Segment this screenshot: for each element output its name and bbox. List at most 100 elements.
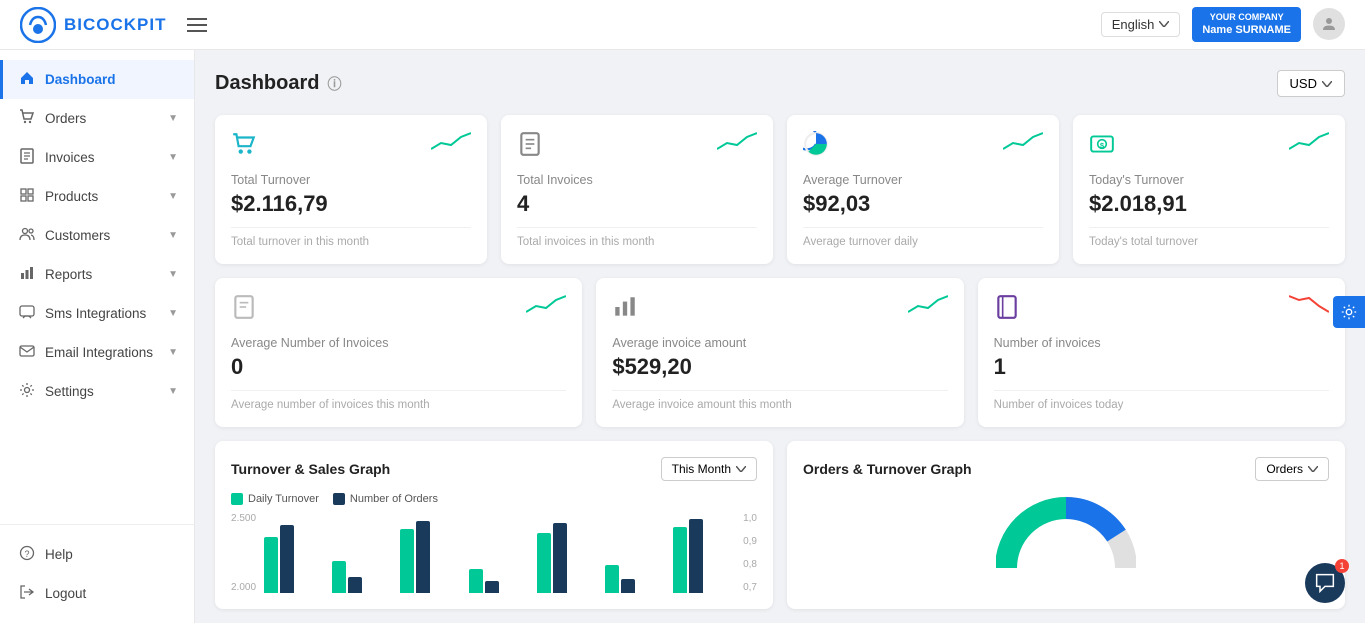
card-desc-avg-num: Average number of invoices this month	[231, 399, 566, 411]
card-label-total-invoices: Total Invoices	[517, 173, 757, 187]
card-desc-avg-turnover: Average turnover daily	[803, 236, 1043, 248]
orders-graph-card: Orders & Turnover Graph Orders	[787, 441, 1345, 609]
sidebar-label-settings: Settings	[45, 384, 94, 399]
sidebar-item-settings[interactable]: Settings ▼	[0, 372, 194, 411]
cart-icon	[19, 109, 35, 128]
donut-chart-container	[803, 493, 1329, 573]
sidebar-item-customers[interactable]: Customers ▼	[0, 216, 194, 255]
chevron-settings: ▼	[168, 386, 178, 397]
bar-navy	[485, 581, 499, 593]
chevron-reports: ▼	[168, 269, 178, 280]
bar-group	[400, 521, 462, 593]
legend-label-orders: Number of Orders	[350, 493, 438, 505]
chevron-down-icon	[736, 466, 746, 472]
card-label-total-turnover: Total Turnover	[231, 173, 471, 187]
hamburger-button[interactable]	[187, 18, 207, 32]
card-value-total-invoices: 4	[517, 191, 757, 217]
bar-chart	[264, 513, 735, 593]
logo-text: BICOCKPIT	[64, 15, 167, 35]
legend-orders: Number of Orders	[333, 493, 438, 505]
turnover-filter-btn[interactable]: This Month	[661, 457, 757, 481]
card-value-total-turnover: $2.116,79	[231, 191, 471, 217]
logout-icon	[19, 584, 35, 603]
language-selector[interactable]: English	[1101, 12, 1181, 37]
bar-navy	[689, 519, 703, 593]
card-top	[994, 294, 1329, 326]
card-value-num-inv: 1	[994, 354, 1329, 380]
bar-green	[673, 527, 687, 593]
bar-group	[469, 569, 531, 593]
reports-icon	[19, 265, 35, 284]
donut-chart	[996, 488, 1136, 578]
chevron-invoices: ▼	[168, 152, 178, 163]
bar-navy	[621, 579, 635, 593]
trend-up-icon	[1003, 131, 1043, 156]
card-desc-avg-amount: Average invoice amount this month	[612, 399, 947, 411]
card-label-num-inv: Number of invoices	[994, 336, 1329, 350]
user-name: Name SURNAME	[1202, 23, 1291, 37]
card-num-invoices: Number of invoices 1 Number of invoices …	[978, 278, 1345, 427]
bar-group	[332, 561, 394, 593]
card-desc-total-turnover: Total turnover in this month	[231, 236, 471, 248]
doc-icon	[517, 131, 543, 163]
legend-daily: Daily Turnover	[231, 493, 319, 505]
bar-navy	[348, 577, 362, 593]
settings-fab[interactable]	[1333, 296, 1365, 328]
filter-label: This Month	[672, 462, 731, 476]
turnover-graph-title: Turnover & Sales Graph	[231, 461, 390, 477]
sms-icon	[19, 304, 35, 323]
card-value-avg-turnover: $92,03	[803, 191, 1043, 217]
sidebar-item-help[interactable]: ? Help	[0, 535, 194, 574]
sidebar-item-reports[interactable]: Reports ▼	[0, 255, 194, 294]
bar-navy	[280, 525, 294, 593]
user-company: YOUR COMPANY	[1202, 12, 1291, 24]
graph-header-turnover: Turnover & Sales Graph This Month	[231, 457, 757, 481]
trend-down-icon	[1289, 294, 1329, 319]
sidebar-item-logout[interactable]: Logout	[0, 574, 194, 613]
info-icon: ⓘ	[327, 74, 341, 94]
sidebar-item-dashboard[interactable]: Dashboard	[0, 60, 194, 99]
trend-up-icon	[717, 131, 757, 156]
card-top: $	[1089, 131, 1329, 163]
sidebar-item-products[interactable]: Products ▼	[0, 177, 194, 216]
main-content: Dashboard ⓘ USD Total Turnov	[195, 50, 1365, 623]
chat-icon	[1315, 573, 1335, 593]
invoice-icon	[19, 148, 35, 167]
trend-up-icon	[908, 294, 948, 319]
sidebar-label-customers: Customers	[45, 228, 110, 243]
language-label: English	[1112, 17, 1155, 32]
settings-icon	[19, 382, 35, 401]
avatar[interactable]	[1313, 8, 1345, 40]
sidebar-item-sms[interactable]: Sms Integrations ▼	[0, 294, 194, 333]
card-value-todays-turnover: $2.018,91	[1089, 191, 1329, 217]
sidebar-label-logout: Logout	[45, 586, 86, 601]
card-average-turnover: Average Turnover $92,03 Average turnover…	[787, 115, 1059, 264]
sidebar-label-invoices: Invoices	[45, 150, 95, 165]
bar-navy	[553, 523, 567, 593]
bar-green	[605, 565, 619, 593]
orders-graph-title: Orders & Turnover Graph	[803, 461, 972, 477]
sidebar: Dashboard Orders ▼ Invoices ▼	[0, 50, 195, 623]
bar-green	[264, 537, 278, 593]
card-label-todays-turnover: Today's Turnover	[1089, 173, 1329, 187]
customers-icon	[19, 226, 35, 245]
currency-selector[interactable]: USD	[1277, 70, 1345, 97]
sidebar-label-reports: Reports	[45, 267, 92, 282]
card-avg-invoice-amount: Average invoice amount $529,20 Average i…	[596, 278, 963, 427]
orders-filter-btn[interactable]: Orders	[1255, 457, 1329, 481]
cards-row-1: Total Turnover $2.116,79 Total turnover …	[215, 115, 1345, 264]
cart-icon	[231, 131, 257, 163]
home-icon	[19, 70, 35, 89]
dashboard-title: Dashboard ⓘ	[215, 72, 341, 95]
user-button[interactable]: YOUR COMPANY Name SURNAME	[1192, 7, 1301, 43]
sidebar-item-invoices[interactable]: Invoices ▼	[0, 138, 194, 177]
chat-fab[interactable]: 1	[1305, 563, 1345, 603]
chevron-customers: ▼	[168, 230, 178, 241]
sidebar-item-orders[interactable]: Orders ▼	[0, 99, 194, 138]
orders-filter-label: Orders	[1266, 462, 1303, 476]
dashboard-header: Dashboard ⓘ USD	[215, 70, 1345, 97]
sidebar-item-email[interactable]: Email Integrations ▼	[0, 333, 194, 372]
chevron-products: ▼	[168, 191, 178, 202]
card-top	[231, 131, 471, 163]
bar-green	[400, 529, 414, 593]
